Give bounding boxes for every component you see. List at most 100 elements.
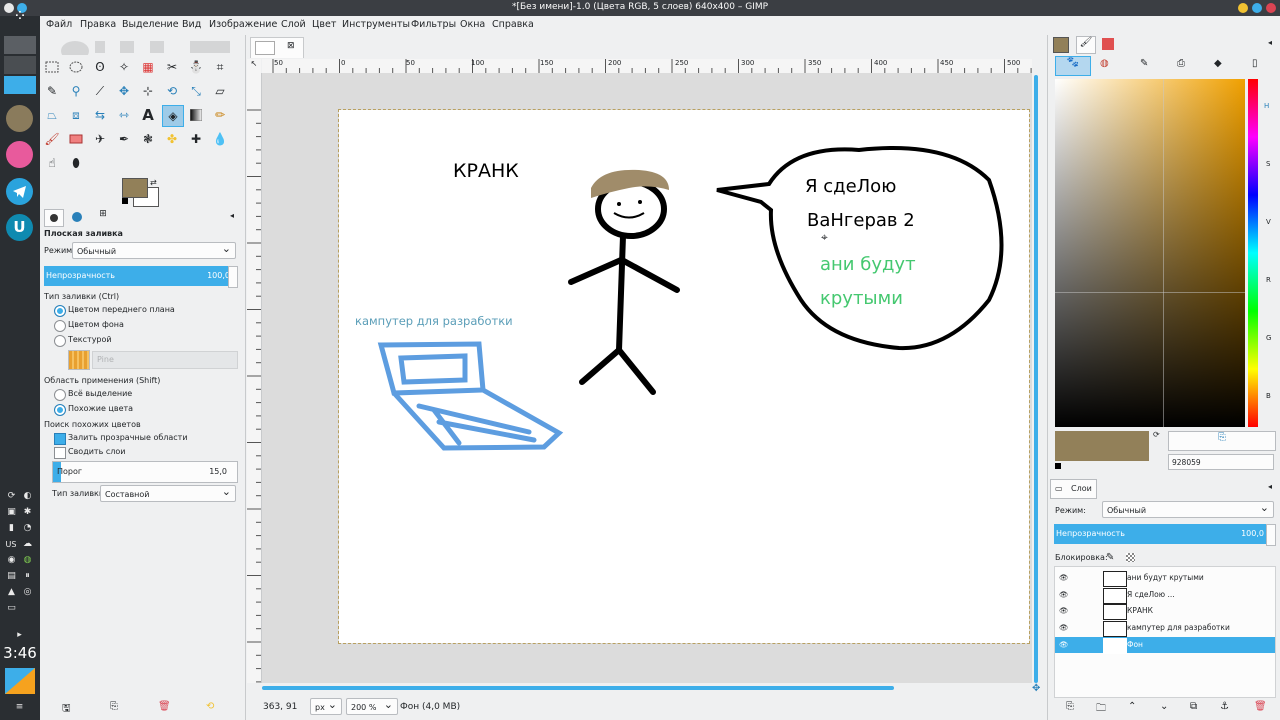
flip-tool[interactable]: ⇿ — [114, 105, 134, 125]
mypaint-brush-tool[interactable]: ❃ — [138, 129, 158, 149]
layers-tab[interactable]: ▭ Слои — [1050, 479, 1097, 499]
menu-tools[interactable]: Инструменты — [342, 19, 410, 30]
patterns-tab[interactable] — [1102, 38, 1114, 50]
align-tool[interactable]: ⊹ — [138, 81, 158, 101]
unit-select[interactable]: px — [310, 696, 342, 715]
perspective-tool[interactable]: ⏢ — [42, 105, 62, 125]
desktop-pager-2[interactable] — [4, 56, 36, 74]
lock-alpha-icon[interactable] — [1126, 553, 1135, 562]
raise-layer-icon[interactable]: ⌃ — [1128, 701, 1136, 712]
messenger-task-icon[interactable] — [6, 141, 33, 168]
move-tool[interactable]: ✥ — [114, 81, 134, 101]
delete-options-icon[interactable]: 🗑 — [158, 701, 171, 712]
layer-row[interactable]: 👁 КРАНК — [1055, 603, 1275, 620]
pattern-name-field[interactable]: Pine — [92, 351, 238, 369]
select-by-color-tool[interactable]: ▦ — [138, 57, 158, 77]
minimize-button[interactable] — [1238, 3, 1248, 13]
zoom-tool[interactable]: ⚲ — [66, 81, 86, 101]
channel-h[interactable]: H — [1264, 102, 1269, 110]
menu-windows[interactable]: Окна — [460, 19, 485, 30]
app-launcher-icon[interactable]: ⁘ — [8, 4, 32, 28]
visibility-eye-icon[interactable]: 👁 — [1059, 637, 1069, 653]
eyedropper-button[interactable]: ⎘ — [1168, 431, 1276, 451]
fuzzy-select-tool[interactable]: ✧ — [114, 57, 134, 77]
clone-tool[interactable]: ✤ — [162, 129, 182, 149]
opacity-spinner[interactable] — [228, 266, 238, 288]
layer-opacity-spinner[interactable] — [1266, 524, 1276, 546]
layer-row[interactable]: 👁 ани будут крутыми — [1055, 570, 1275, 587]
upwork-task-icon[interactable]: U — [6, 214, 33, 241]
bluetooth-tray-icon[interactable]: ✱ — [22, 507, 33, 518]
menu-colors[interactable]: Цвет — [312, 19, 336, 30]
blur-tool[interactable]: 💧 — [210, 129, 230, 149]
close-tab-icon[interactable]: ⊠ — [287, 41, 295, 51]
mode-select[interactable]: Обычный — [72, 240, 236, 259]
lock-tray-icon[interactable]: ▲ — [6, 587, 17, 598]
hamburger-icon[interactable]: ≡ — [14, 702, 25, 713]
visibility-eye-icon[interactable]: 👁 — [1059, 570, 1069, 586]
steam-tray-icon[interactable]: ◐ — [22, 491, 33, 502]
warp-transform-tool[interactable]: ⇆ — [90, 105, 110, 125]
undo-history-tab[interactable]: ⊞ — [94, 209, 112, 225]
brushes-tab[interactable]: 🖌 — [1076, 36, 1096, 54]
tool-options-tab[interactable] — [44, 209, 64, 227]
color-history-icon[interactable]: ⟳ — [1153, 430, 1160, 439]
duplicate-layer-icon[interactable]: ⧉ — [1190, 701, 1197, 712]
device-status-tab[interactable] — [66, 209, 88, 225]
clock[interactable]: 3:46 — [0, 644, 40, 662]
channel-g[interactable]: G — [1266, 334, 1271, 342]
free-select-tool[interactable]: ʘ — [90, 57, 110, 77]
menu-layer[interactable]: Слой — [281, 19, 306, 30]
visibility-eye-icon[interactable]: 👁 — [1059, 620, 1069, 636]
menu-help[interactable]: Справка — [492, 19, 534, 30]
threshold-slider[interactable]: Порог 15,0 — [52, 461, 238, 483]
paintbrush-tool[interactable]: 🖌 — [42, 129, 62, 149]
channel-r[interactable]: R — [1266, 276, 1271, 284]
opacity-slider[interactable]: Непрозрачность 100,0 — [44, 266, 234, 286]
display-tray-icon[interactable]: ▣ — [6, 507, 17, 518]
rotate-tool[interactable]: ⟲ — [162, 81, 182, 101]
layer-row[interactable]: 👁 кампутер для разработки — [1055, 620, 1275, 637]
hue-strip[interactable] — [1248, 79, 1258, 427]
ellipse-select-tool[interactable] — [66, 57, 86, 77]
pause-tray-icon[interactable]: ⏸ — [22, 571, 33, 582]
cmyk-tab[interactable]: ⎙ — [1177, 58, 1185, 69]
chrome-tray-icon[interactable]: ◉ — [6, 555, 17, 566]
horizontal-ruler[interactable]: 50 0 50 100 150 200 250 300 350 400 450 … — [262, 59, 1032, 74]
default-colors-icon[interactable] — [122, 198, 128, 204]
pattern-preview[interactable] — [68, 350, 90, 370]
desktop-pager-1[interactable] — [4, 36, 36, 54]
refresh-tray-icon[interactable]: ⟳ — [6, 491, 17, 502]
unified-transform-tool[interactable]: ⧈ — [66, 105, 86, 125]
vertical-scrollbar[interactable] — [1034, 75, 1038, 683]
restore-options-icon[interactable]: ⎘ — [110, 701, 118, 712]
new-layer-icon[interactable]: ⎘ — [1066, 701, 1074, 712]
hex-field[interactable]: 928059 — [1168, 454, 1274, 470]
image-tab[interactable]: ⊠ — [250, 37, 304, 58]
sample-merged-checkbox[interactable] — [54, 447, 66, 459]
battery-tray-icon[interactable]: ▮ — [6, 523, 17, 534]
channel-v[interactable]: V — [1266, 218, 1271, 226]
layer-row-selected[interactable]: 👁 Фон — [1055, 637, 1275, 654]
menu-edit[interactable]: Правка — [80, 19, 116, 30]
lock-pixels-icon[interactable]: ✎ — [1106, 552, 1114, 563]
delete-layer-icon[interactable]: 🗑 — [1254, 701, 1267, 712]
gradient-tool[interactable] — [186, 105, 206, 125]
show-desktop-icon[interactable] — [5, 668, 35, 694]
shear-tool[interactable]: ▱ — [210, 81, 230, 101]
text-tool[interactable]: A — [138, 105, 158, 125]
menu-filters[interactable]: Фильтры — [411, 19, 456, 30]
foreground-select-tool[interactable]: ⛄ — [186, 57, 206, 77]
scissors-tool[interactable]: ✂ — [162, 57, 182, 77]
swap-colors-icon[interactable]: ⇄ — [150, 178, 157, 187]
fill-bg-radio[interactable] — [54, 320, 66, 332]
maximize-button[interactable] — [1252, 3, 1262, 13]
fill-transparent-checkbox[interactable] — [54, 433, 66, 445]
heal-tool[interactable]: ✚ — [186, 129, 206, 149]
dodge-burn-tool[interactable]: ⬮ — [66, 153, 86, 173]
scale-tool[interactable]: ⤡ — [186, 81, 206, 101]
expand-tray-icon[interactable]: ▸ — [14, 630, 25, 641]
lower-layer-icon[interactable]: ⌄ — [1160, 701, 1168, 712]
menu-view[interactable]: Вид — [182, 19, 201, 30]
palette-tab[interactable]: ▯ — [1252, 58, 1258, 69]
